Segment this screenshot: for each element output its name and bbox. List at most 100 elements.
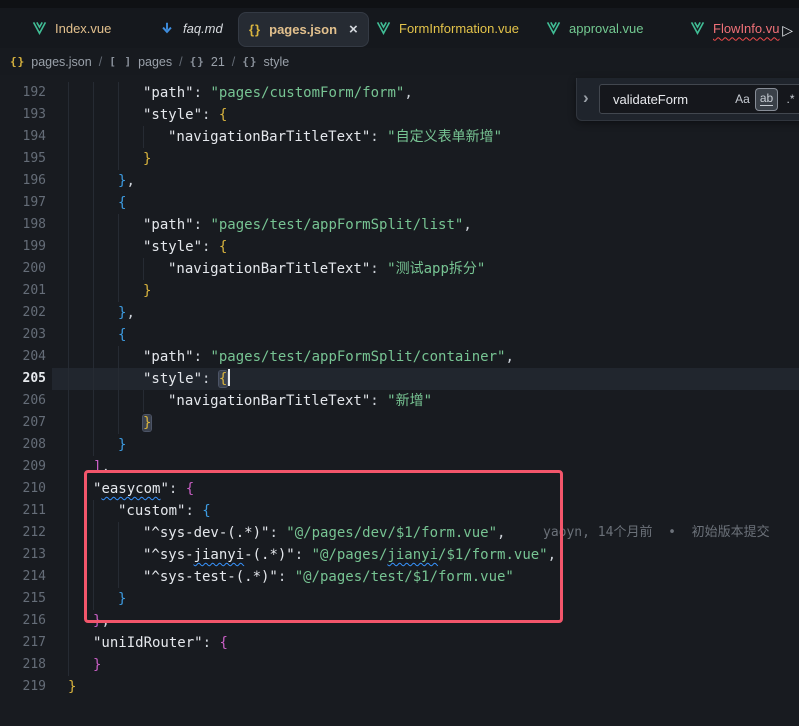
code-line-215[interactable]: 215}: [0, 588, 799, 610]
code-line-203[interactable]: 203{: [0, 324, 799, 346]
code-text: }: [143, 148, 151, 170]
code-editor[interactable]: 192"path": "pages/customForm/form",193"s…: [0, 75, 799, 726]
tab-Index.vue[interactable]: Index.vue: [22, 8, 121, 48]
indent-guide: [93, 522, 94, 544]
code-token: ,: [404, 85, 412, 101]
code-line-206[interactable]: 206"navigationBarTitleText": "新增": [0, 390, 799, 412]
code-token: }: [68, 679, 76, 695]
code-token: "pages/test/appFormSplit/container": [210, 349, 505, 365]
code-line-194[interactable]: 194 "navigationBarTitleText": "自定义表单新增": [0, 126, 799, 148]
code-line-212[interactable]: 212"^sys-dev-(.*)": "@/pages/dev/$1/form…: [0, 522, 799, 544]
code-line-198[interactable]: 198"path": "pages/test/appFormSplit/list…: [0, 214, 799, 236]
line-number: 205: [0, 368, 46, 390]
indent-guide: [68, 544, 69, 566]
code-text: "path": "pages/test/appFormSplit/contain…: [143, 346, 514, 368]
code-token: :: [169, 481, 186, 497]
breadcrumb-item-21[interactable]: {}21: [190, 55, 225, 69]
code-line-211[interactable]: 211"custom": {: [0, 500, 799, 522]
indent-guide: [68, 302, 69, 324]
text-cursor: [228, 369, 230, 386]
code-token: :: [185, 503, 202, 519]
code-line-201[interactable]: 201}: [0, 280, 799, 302]
tab-approval.vue[interactable]: approval.vue: [536, 8, 653, 48]
match-case-button[interactable]: Aa: [732, 89, 753, 110]
close-icon[interactable]: ×: [349, 22, 358, 37]
tab-pages.json[interactable]: {}pages.json×: [238, 12, 369, 47]
breadcrumb-item-style[interactable]: {}style: [242, 55, 289, 69]
code-token: "navigationBarTitleText": [168, 261, 370, 277]
code-line-209[interactable]: 209],: [0, 456, 799, 478]
code-line-219[interactable]: 219}: [0, 676, 799, 698]
code-text: "style": {: [143, 104, 227, 126]
indent-guide: [93, 170, 94, 192]
vue-icon: [32, 21, 47, 35]
line-number: 194: [0, 126, 46, 148]
code-line-199[interactable]: 199"style": {: [0, 236, 799, 258]
code-text: "path": "pages/test/appFormSplit/list",: [143, 214, 472, 236]
code-text: "navigationBarTitleText": "自定义表单新增": [168, 126, 502, 148]
indent-guide: [93, 104, 94, 126]
code-line-202[interactable]: 202},: [0, 302, 799, 324]
code-line-213[interactable]: 213"^sys-jianyi-(.*)": "@/pages/jianyi/$…: [0, 544, 799, 566]
code-text: "path": "pages/customForm/form",: [143, 82, 413, 104]
find-expand-chevron-icon[interactable]: ›: [583, 88, 589, 108]
code-text: },: [93, 610, 110, 632]
code-token: "^sys-test-(.*)": [143, 569, 278, 585]
tab-faq.md[interactable]: faq.md: [150, 8, 233, 48]
code-line-196[interactable]: 196},: [0, 170, 799, 192]
indent-guide: [118, 544, 119, 566]
code-token: :: [194, 217, 211, 233]
tab-FlowInfo.vu[interactable]: FlowInfo.vu: [680, 8, 789, 48]
breadcrumb-label: pages: [138, 55, 172, 69]
vscode-window: ▷ Index.vuefaq.md{}pages.json×FormInform…: [0, 0, 799, 726]
indent-guide: [68, 280, 69, 302]
code-text: "^sys-jianyi-(.*)": "@/pages/jianyi/$1/f…: [143, 544, 556, 566]
code-line-214[interactable]: 214"^sys-test-(.*)": "@/pages/test/$1/fo…: [0, 566, 799, 588]
code-token: :: [370, 261, 387, 277]
code-line-218[interactable]: 218}: [0, 654, 799, 676]
code-token: jianyi: [387, 547, 438, 563]
code-line-210[interactable]: 210"easycom": {: [0, 478, 799, 500]
tab-FormInformation.vue[interactable]: FormInformation.vue: [366, 8, 529, 48]
code-token: "path": [143, 217, 194, 233]
code-line-197[interactable]: 197{: [0, 192, 799, 214]
indent-guide: [68, 258, 69, 280]
code-token: "uniIdRouter": [93, 635, 203, 651]
code-token: "style": [143, 371, 202, 387]
code-text: "style": {: [143, 236, 227, 258]
object-icon: {}: [242, 55, 257, 68]
code-token: :: [194, 85, 211, 101]
code-text: }: [143, 412, 151, 434]
regex-button[interactable]: .*: [780, 89, 799, 110]
code-line-208[interactable]: 208}: [0, 434, 799, 456]
tab-label: FormInformation.vue: [399, 21, 519, 36]
line-number: 209: [0, 456, 46, 478]
find-widget: › Aa ab .*: [576, 78, 799, 121]
code-token: "navigationBarTitleText": [168, 393, 370, 409]
code-token: ,: [126, 173, 134, 189]
code-line-217[interactable]: 217"uniIdRouter": {: [0, 632, 799, 654]
whole-word-button[interactable]: ab: [756, 89, 777, 110]
code-line-207[interactable]: 207}: [0, 412, 799, 434]
code-line-195[interactable]: 195}: [0, 148, 799, 170]
line-number: 203: [0, 324, 46, 346]
code-line-204[interactable]: 204"path": "pages/test/appFormSplit/cont…: [0, 346, 799, 368]
code-token: ,: [548, 547, 556, 563]
code-token: "style": [143, 239, 202, 255]
breadcrumb-item-pages[interactable]: [ ]pages: [109, 55, 172, 69]
code-text: },: [118, 302, 135, 324]
code-token: ,: [101, 613, 109, 629]
code-line-200[interactable]: 200"navigationBarTitleText": "测试app拆分": [0, 258, 799, 280]
code-text: }: [118, 434, 126, 456]
code-token: :: [203, 635, 220, 651]
tab-label: pages.json: [269, 22, 337, 37]
search-input[interactable]: [600, 92, 732, 107]
indent-guide: [118, 280, 119, 302]
code-text: }: [143, 280, 151, 302]
indent-guide: [93, 412, 94, 434]
code-token: :: [269, 525, 286, 541]
code-line-205[interactable]: 205"style": {: [0, 368, 799, 390]
breadcrumb-item-pages.json[interactable]: {}pages.json: [10, 55, 92, 69]
indent-guide: [68, 456, 69, 478]
code-line-216[interactable]: 216},: [0, 610, 799, 632]
